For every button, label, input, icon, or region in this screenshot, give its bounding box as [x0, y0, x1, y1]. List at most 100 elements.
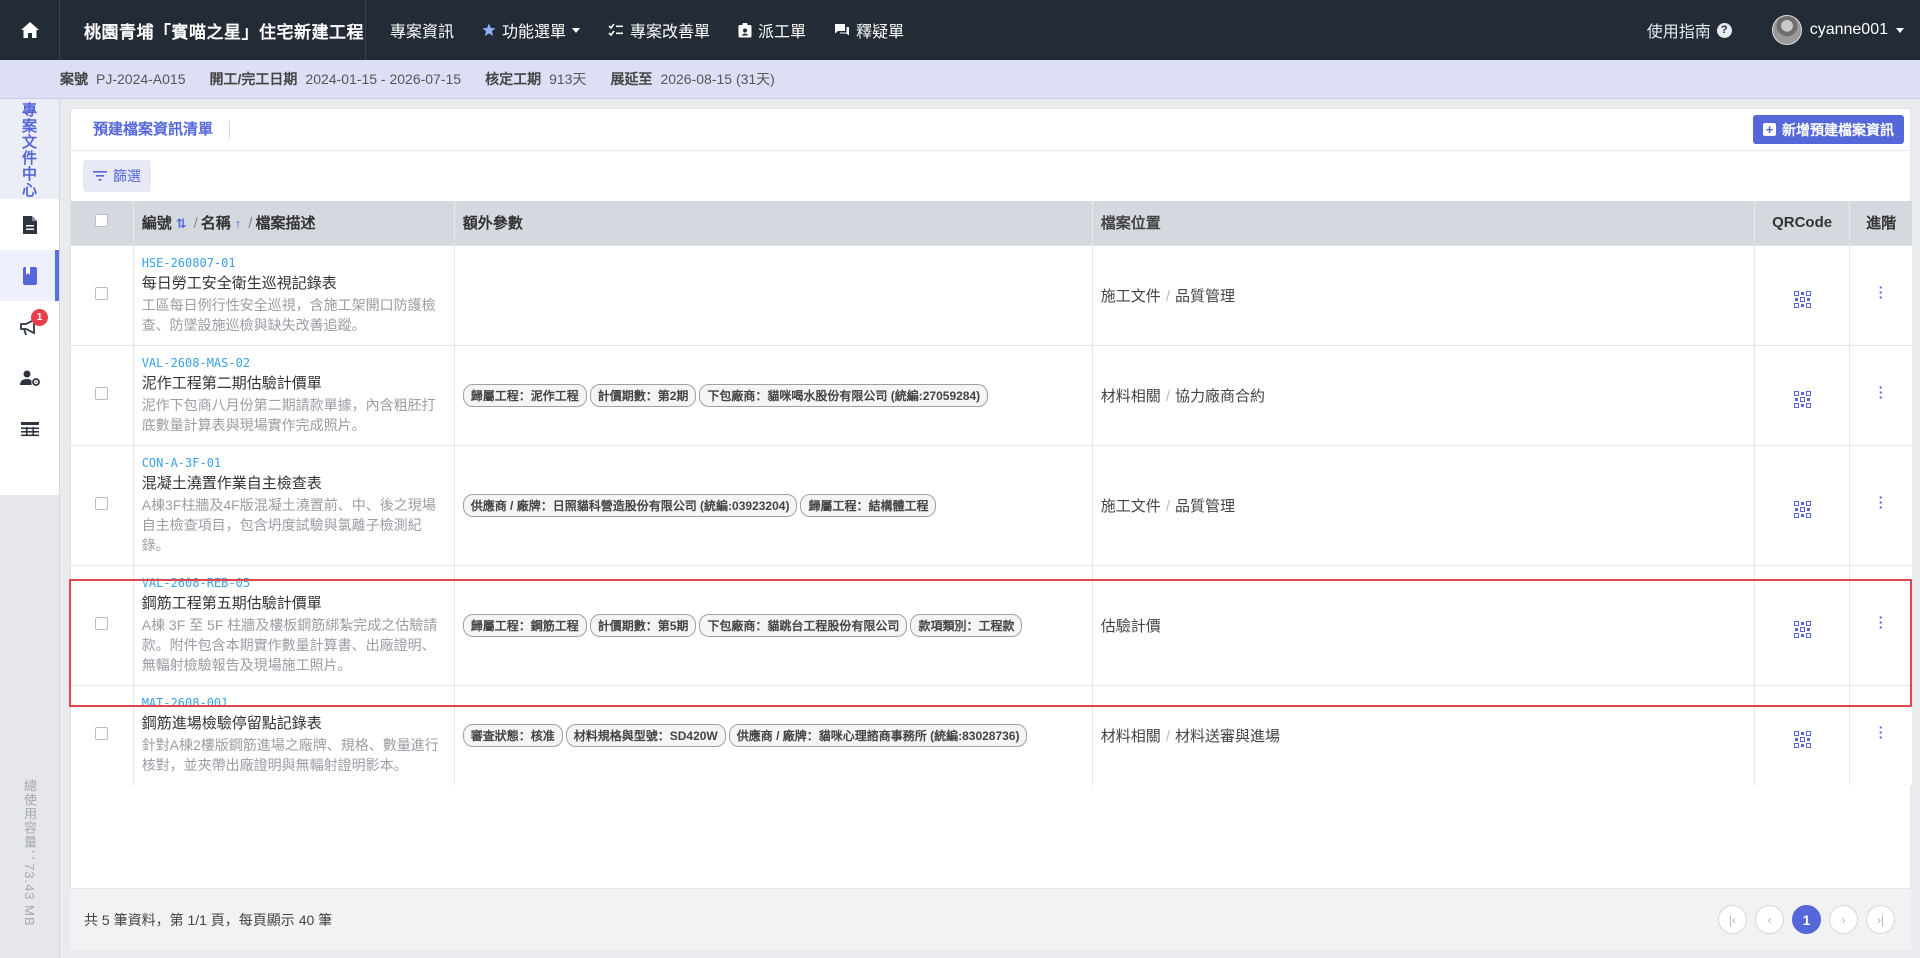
sidebar-item-announcements[interactable]: 1 [0, 301, 59, 352]
sidebar-item-user-settings[interactable] [0, 352, 59, 403]
file-location-cell: 施工文件 / 品質管理 [1092, 244, 1755, 345]
sidebar-item-prebuilt-files[interactable] [0, 250, 59, 301]
more-options-icon[interactable]: · · · [1879, 280, 1884, 304]
sidebar-title-char: 中 [21, 166, 37, 183]
dates-value: 2024-01-15 - 2026-07-15 [305, 71, 462, 87]
header-separator: / [248, 215, 253, 233]
file-code[interactable]: VAL-2608-REB-05 [142, 576, 446, 590]
sidebar-title-text: 專案文件中心 [22, 103, 37, 199]
qrcode-icon[interactable] [1793, 390, 1811, 408]
home-icon [20, 22, 39, 38]
nav-function-menu[interactable]: 功能選單 [468, 0, 594, 60]
more-options-icon[interactable]: · · · [1879, 490, 1884, 514]
badge-icon [738, 22, 752, 37]
advanced-cell: · · · [1849, 444, 1912, 565]
top-right-area: 使用指南 ? cyanne001 [1647, 0, 1920, 60]
sidebar-title-char: 案 [21, 118, 37, 135]
row-checkbox[interactable] [95, 387, 109, 400]
prev-page-button[interactable]: ‹ [1755, 905, 1784, 934]
first-page-button[interactable]: |‹ [1718, 905, 1747, 934]
storage-usage-text: 總使用容量：73.43 MB [22, 779, 37, 927]
row-checkbox[interactable] [95, 617, 109, 630]
file-code[interactable]: HSE-260807-01 [142, 256, 446, 270]
qrcode-icon[interactable] [1793, 500, 1811, 518]
file-name: 混凝土澆置作業自主檢查表 [141, 474, 322, 492]
table-row[interactable]: VAL-2608-MAS-02 泥作工程第二期估驗計價單 泥作下包商八月份第二期… [71, 344, 1912, 445]
filter-button[interactable]: 篩選 [83, 160, 151, 192]
add-prebuilt-file-button[interactable]: + 新增預建檔案資訊 [1753, 115, 1904, 144]
page-title: 預建檔案資訊清單 [93, 120, 231, 139]
select-all-checkbox[interactable] [95, 214, 109, 228]
table-row[interactable]: HSE-260807-01 每日勞工安全衛生巡視記錄表 工區每日例行性安全巡視，… [71, 244, 1912, 345]
sidebar-item-documents[interactable] [0, 199, 59, 250]
table-row[interactable]: CON-A-3F-01 混凝土澆置作業自主檢查表 A棟3F柱牆及4F版混凝土澆置… [71, 444, 1912, 565]
file-description: 工區每日例行性安全巡視，含施工架開口防護檢查、防墜設施巡檢與缺失改善追蹤。 [141, 296, 436, 333]
extension-value: 2026-08-15 (31天) [660, 71, 775, 87]
user-guide-link[interactable]: 使用指南 ? [1647, 18, 1732, 42]
nav-clarification-sheet[interactable]: 釋疑單 [820, 0, 918, 60]
location-segment: 材料送審與進場 [1174, 727, 1280, 745]
last-page-button[interactable]: ›| [1866, 905, 1895, 934]
code-name-cell: VAL-2608-REB-05 鋼筋工程第五期估驗計價單 A棟 3F 至 5F … [133, 564, 455, 685]
help-icon: ? [1716, 22, 1732, 38]
param-tag: 供應商 / 廠牌：貓咪心理諮商事務所 (統編:83028736) [728, 723, 1028, 747]
column-name[interactable]: 名稱 [201, 215, 231, 232]
user-menu[interactable]: cyanne001 [1771, 15, 1904, 45]
path-separator: / [1165, 727, 1170, 745]
nav-improvement-sheet[interactable]: 專案改善單 [594, 0, 724, 60]
row-select-cell [71, 344, 134, 445]
sidebar-title-char: 文 [21, 134, 37, 151]
storage-usage: 總使用容量：73.43 MB [0, 779, 59, 927]
qrcode-icon[interactable] [1793, 620, 1811, 638]
nav-label: 專案改善單 [630, 24, 711, 41]
file-description: A棟3F柱牆及4F版混凝土澆置前、中、後之現場自主檢查項目，包含坍度試驗與氯離子… [141, 496, 436, 553]
extension-label: 展延至 [610, 71, 653, 87]
notification-badge: 1 [31, 309, 48, 326]
param-tag: 歸屬工程：泥作工程 [462, 383, 587, 407]
row-checkbox[interactable] [95, 727, 109, 740]
more-options-icon[interactable]: · · · [1879, 720, 1884, 744]
column-qrcode: QRCode [1754, 201, 1851, 245]
card-header: 預建檔案資訊清單 + 新增預建檔案資訊 [71, 109, 1910, 151]
nav-project-info[interactable]: 專案資訊 [376, 0, 468, 60]
file-code[interactable]: MAT-2608-001 [142, 696, 446, 710]
case-no-label: 案號 [60, 71, 88, 87]
row-checkbox[interactable] [95, 287, 109, 300]
sidebar-title-char: 件 [21, 150, 37, 167]
avatar [1771, 15, 1802, 45]
row-checkbox[interactable] [95, 497, 109, 510]
location-segment: 施工文件 [1100, 497, 1161, 515]
location-segment: 估驗計價 [1100, 617, 1161, 635]
file-name: 鋼筋工程第五期估驗計價單 [141, 594, 322, 612]
qrcode-icon[interactable] [1793, 730, 1811, 748]
page-number-button[interactable]: 1 [1792, 905, 1821, 934]
sort-up-icon[interactable]: ↑ [235, 216, 242, 231]
nav-label: 派工單 [758, 24, 807, 41]
file-description: 針對A棟2樓版鋼筋進場之廠牌、規格、數量進行核對，並夾帶出廠證明與無輻射證明影本… [141, 736, 439, 773]
nav-dispatch-sheet[interactable]: 派工單 [724, 0, 820, 60]
sidebar-title: 專案文件中心 [0, 99, 59, 199]
file-code[interactable]: VAL-2608-MAS-02 [142, 356, 446, 370]
param-tag: 計價期數：第2期 [589, 383, 697, 407]
home-button[interactable] [0, 0, 60, 60]
column-code[interactable]: 編號 [142, 215, 172, 232]
row-select-cell [71, 444, 134, 565]
advanced-cell: · · · [1849, 564, 1912, 685]
param-tag: 審查狀態：核准 [462, 723, 563, 747]
file-code[interactable]: CON-A-3F-01 [142, 456, 446, 470]
qrcode-icon[interactable] [1793, 290, 1811, 308]
sidebar-item-table-settings[interactable] [0, 403, 59, 454]
pagination: |‹ ‹ 1 › ›| [1718, 905, 1911, 934]
main-nav: 專案資訊 功能選單 專案改善單 派工單 釋疑單 [376, 0, 918, 60]
sort-both-icon[interactable]: ⇅ [176, 216, 187, 231]
next-page-button[interactable]: › [1829, 905, 1858, 934]
more-options-icon[interactable]: · · · [1879, 380, 1884, 404]
file-description: A棟 3F 至 5F 柱牆及樓板鋼筋綁紮完成之估驗請款。附件包含本期實作數量計算… [141, 616, 438, 673]
location-segment: 施工文件 [1100, 287, 1161, 305]
table-row[interactable]: MAT-2608-001 鋼筋進場檢驗停留點記錄表 針對A棟2樓版鋼筋進場之廠牌… [71, 684, 1912, 785]
advanced-cell: · · · [1849, 344, 1912, 445]
table-header-row: 編號 ⇅ / 名稱 ↑ / 檔案描述 額外參數 檔案位置 QRCode 進階 [71, 201, 1912, 245]
more-options-icon[interactable]: · · · [1879, 610, 1884, 634]
table-row[interactable]: VAL-2608-REB-05 鋼筋工程第五期估驗計價單 A棟 3F 至 5F … [71, 564, 1912, 685]
qrcode-cell [1754, 564, 1851, 685]
